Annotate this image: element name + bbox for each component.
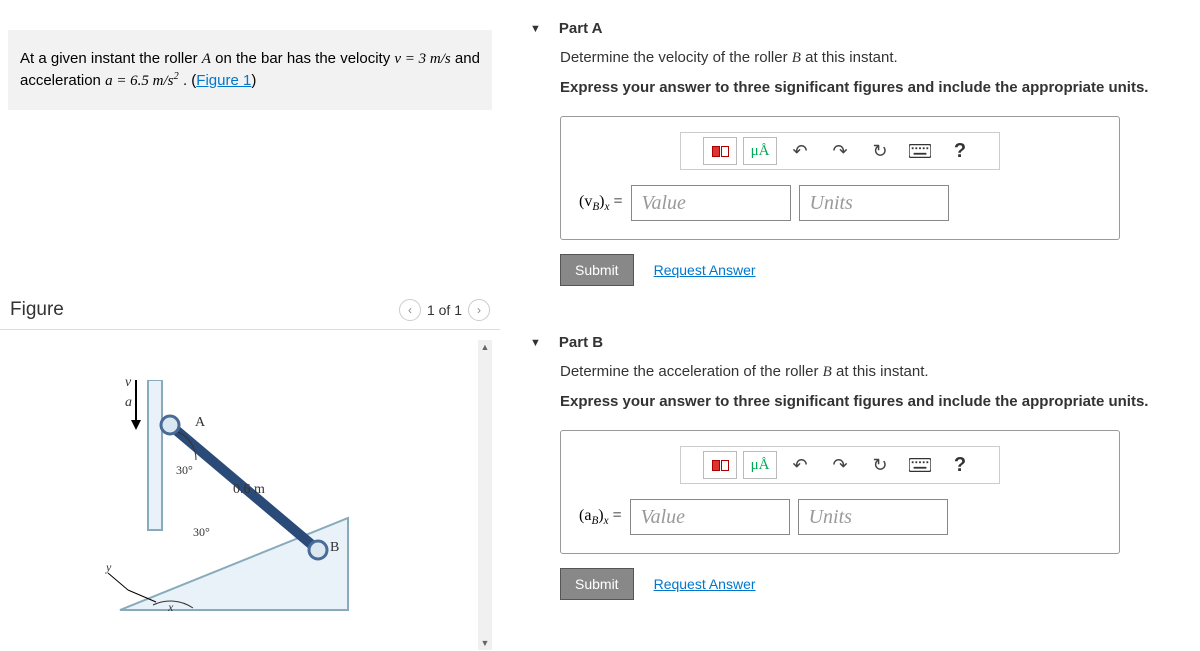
templates-icon: [712, 146, 729, 157]
figure-body: v a A B 0.6 m 30° 30° x y ▲ ▼: [8, 340, 492, 650]
keyboard-icon: [909, 458, 931, 472]
templates-button[interactable]: [703, 451, 737, 479]
part-a-submit-row: Submit Request Answer: [560, 254, 1190, 286]
scroll-down-icon[interactable]: ▼: [478, 636, 492, 650]
part-b-header[interactable]: ▼ Part B: [530, 324, 1190, 363]
figure-header: Figure ‹ 1 of 1 ›: [0, 290, 500, 330]
problem-text: At a given instant the roller: [20, 50, 202, 67]
accel-eq: a = 6.5 m/s2: [105, 73, 179, 89]
help-button[interactable]: ?: [943, 451, 977, 479]
units-button[interactable]: μÅ: [743, 451, 777, 479]
undo-button[interactable]: ↶: [783, 451, 817, 479]
templates-button[interactable]: [703, 137, 737, 165]
templates-icon: [712, 460, 729, 471]
scroll-up-icon[interactable]: ▲: [478, 340, 492, 354]
part-b-units-input[interactable]: Units: [798, 499, 948, 535]
part-b-answer-row: (aB)x = Value Units: [579, 499, 1101, 535]
roller-a: A: [202, 51, 211, 67]
answer-toolbar: μÅ ↶ ↷ ↻ ?: [680, 132, 1000, 170]
part-b-instruction: Express your answer to three significant…: [560, 393, 1190, 410]
label-B: B: [330, 540, 339, 556]
units-button[interactable]: μÅ: [743, 137, 777, 165]
label-angle1: 30°: [176, 463, 193, 478]
part-b-body: Determine the acceleration of the roller…: [530, 363, 1190, 620]
part-b-submit-row: Submit Request Answer: [560, 568, 1190, 600]
part-a-instruction: Express your answer to three significant…: [560, 79, 1190, 96]
answer-toolbar: μÅ ↶ ↷ ↻ ?: [680, 446, 1000, 484]
keyboard-button[interactable]: [903, 451, 937, 479]
keyboard-button[interactable]: [903, 137, 937, 165]
part-b-var-label: (aB)x =: [579, 507, 622, 527]
part-a-var-label: (vB)x =: [579, 193, 623, 213]
problem-text: on the bar has the velocity: [211, 50, 394, 67]
left-column: At a given instant the roller A on the b…: [0, 0, 500, 651]
label-a: a: [125, 395, 132, 411]
figure-diagram: [98, 380, 378, 650]
reset-button[interactable]: ↻: [863, 451, 897, 479]
redo-button[interactable]: ↷: [823, 137, 857, 165]
part-a-title: Part A: [559, 20, 603, 37]
keyboard-icon: [909, 144, 931, 158]
label-angle2: 30°: [193, 525, 210, 540]
part-a-answer-row: (vB)x = Value Units: [579, 185, 1101, 221]
right-column: ▼ Part A Determine the velocity of the r…: [500, 0, 1200, 651]
figure-scrollbar[interactable]: ▲ ▼: [478, 340, 492, 650]
help-button[interactable]: ?: [943, 137, 977, 165]
label-x: x: [168, 600, 173, 615]
undo-button[interactable]: ↶: [783, 137, 817, 165]
label-length: 0.6 m: [233, 482, 265, 498]
velocity-eq: v = 3 m/s: [394, 51, 450, 67]
figure-link[interactable]: Figure 1: [196, 72, 251, 89]
part-b-answer-box: μÅ ↶ ↷ ↻ ? (aB)x = Value Units: [560, 430, 1120, 554]
part-a-prompt: Determine the velocity of the roller B a…: [560, 49, 1190, 67]
problem-text: ): [251, 72, 256, 89]
figure-counter: 1 of 1: [427, 302, 462, 318]
part-b-submit-button[interactable]: Submit: [560, 568, 634, 600]
figure-title: Figure: [10, 299, 64, 321]
reset-button[interactable]: ↻: [863, 137, 897, 165]
label-y: y: [106, 560, 111, 575]
part-b-prompt: Determine the acceleration of the roller…: [560, 363, 1190, 381]
figure-nav: ‹ 1 of 1 ›: [399, 299, 490, 321]
part-a-request-answer-link[interactable]: Request Answer: [654, 262, 756, 278]
figure-next-button[interactable]: ›: [468, 299, 490, 321]
part-a-answer-box: μÅ ↶ ↷ ↻ ? (vB)x = Value Units: [560, 116, 1120, 240]
part-b-value-input[interactable]: Value: [630, 499, 790, 535]
collapse-icon[interactable]: ▼: [530, 337, 541, 349]
label-v: v: [125, 375, 131, 391]
problem-text: . (: [179, 72, 197, 89]
redo-button[interactable]: ↷: [823, 451, 857, 479]
problem-statement: At a given instant the roller A on the b…: [8, 30, 492, 110]
collapse-icon[interactable]: ▼: [530, 23, 541, 35]
part-b-title: Part B: [559, 334, 603, 351]
part-a-units-input[interactable]: Units: [799, 185, 949, 221]
part-a-body: Determine the velocity of the roller B a…: [530, 49, 1190, 306]
part-a-submit-button[interactable]: Submit: [560, 254, 634, 286]
figure-prev-button[interactable]: ‹: [399, 299, 421, 321]
part-a-value-input[interactable]: Value: [631, 185, 791, 221]
part-b-request-answer-link[interactable]: Request Answer: [654, 576, 756, 592]
label-A: A: [195, 415, 205, 431]
part-a-header[interactable]: ▼ Part A: [530, 10, 1190, 49]
